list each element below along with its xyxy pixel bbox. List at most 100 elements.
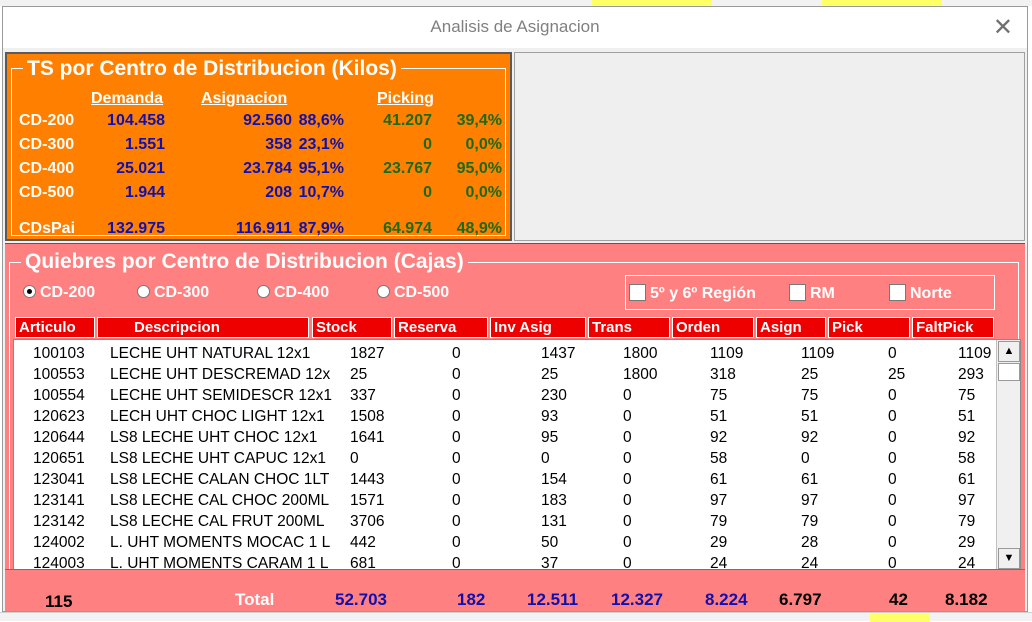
cell-articulo: 120623: [33, 408, 85, 425]
radio-button-icon: [137, 285, 150, 298]
column-header-stock[interactable]: Stock: [312, 317, 392, 338]
ts-asig-pct: 95,1%: [298, 160, 344, 177]
cell-asign: 61: [801, 471, 819, 488]
total-inv-asig: 12.511: [527, 590, 579, 609]
cell-articulo: 100103: [33, 345, 85, 362]
cell-pick: 0: [888, 429, 897, 446]
ts-title: TS por Centro de Distribucion (Kilos): [23, 57, 401, 81]
cell-trans: 0: [623, 492, 632, 509]
check-region-5-6[interactable]: 5º y 6º Región: [629, 284, 756, 303]
quiebres-panel: Quiebres por Centro de Distribucion (Caj…: [5, 243, 1025, 572]
check-rm[interactable]: RM: [789, 284, 835, 303]
scroll-thumb[interactable]: [998, 363, 1020, 381]
cell-orden: 1109: [710, 345, 744, 362]
column-header-inv-asig[interactable]: Inv Asig: [490, 317, 586, 338]
column-header-faltpick[interactable]: FaltPick: [912, 317, 994, 338]
table-row[interactable]: 120623 LECH UHT CHOC LIGHT 12x1 1508 0 93 0 51…: [14, 407, 994, 428]
cell-pick: 0: [888, 513, 897, 530]
cell-articulo: 120651: [33, 450, 85, 467]
table-row[interactable]: 120644 LS8 LECHE UHT CHOC 12x1 1641 0 95 0 92 9…: [14, 428, 994, 449]
cell-inv-asig: 131: [541, 513, 567, 530]
table-row[interactable]: 100554 LECHE UHT SEMIDESCR 12x1 337 0 230 0 75…: [14, 386, 994, 407]
cell-inv-asig: 50: [541, 534, 559, 551]
ts-asig-value: 92.560: [243, 112, 292, 129]
cell-faltpick: 58: [958, 450, 976, 467]
check-label: Norte: [910, 285, 952, 302]
table-row[interactable]: 123142 LS8 LECHE CAL FRUT 200ML 3706 0 131 0 7…: [14, 512, 994, 533]
scroll-up-icon[interactable]: ▲: [998, 341, 1020, 362]
cell-stock: 25: [350, 366, 368, 383]
cell-orden: 75: [710, 387, 728, 404]
cell-pick: 0: [888, 492, 897, 509]
title-bar: Analisis de Asignacion ✕: [3, 7, 1027, 48]
cell-descripcion: LS8 LECHE CAL CHOC 200ML: [110, 492, 330, 509]
check-norte[interactable]: Norte: [889, 284, 952, 303]
table-row[interactable]: 120651 LS8 LECHE UHT CAPUC 12x1 0 0 0 0 58 0 0 58: [14, 449, 994, 470]
ts-pick-pct: 0,0%: [465, 184, 502, 201]
table-row[interactable]: 124002 L. UHT MOMENTS MOCAC 1 L 442 0 50 0 29 2…: [14, 533, 994, 554]
cell-pick: 0: [888, 471, 897, 488]
checkbox-icon: [629, 284, 646, 301]
cell-faltpick: 1109: [958, 345, 992, 362]
cell-asign: 51: [801, 408, 819, 425]
cell-stock: 1827: [350, 345, 385, 362]
ts-demanda-value: 132.975: [107, 220, 165, 237]
total-asign: 6.797: [779, 590, 822, 609]
radio-cd-200[interactable]: CD-200: [23, 284, 95, 302]
close-icon[interactable]: ✕: [993, 13, 1013, 42]
ts-cd-label: CD-500: [19, 184, 75, 201]
radio-cd-300[interactable]: CD-300: [137, 284, 209, 302]
cell-pick: 0: [888, 450, 897, 467]
ts-pick-value: 41.207: [383, 112, 432, 129]
ts-pick-value: 23.767: [383, 160, 432, 177]
cell-stock: 442: [350, 534, 376, 551]
radio-label: CD-500: [394, 284, 450, 301]
cell-reserva: 0: [452, 450, 461, 467]
ts-asig-value: 23.784: [243, 160, 292, 177]
table-row[interactable]: 100103 LECHE UHT NATURAL 12x1 1827 0 1437 180…: [14, 344, 994, 365]
ts-asig-value: 358: [265, 136, 292, 153]
column-header-asign[interactable]: Asign: [756, 317, 826, 338]
table-row[interactable]: 123141 LS8 LECHE CAL CHOC 200ML 1571 0 183 0 9…: [14, 491, 994, 512]
table-row[interactable]: 123041 LS8 LECHE CALAN CHOC 1LT 1443 0 154 0 6…: [14, 470, 994, 491]
cell-inv-asig: 230: [541, 387, 567, 404]
cell-faltpick: 29: [958, 534, 976, 551]
cell-asign: 0: [801, 450, 810, 467]
table-row[interactable]: 100553 LECHE UHT DESCREMAD 12x 25 0 25 1800 31…: [14, 365, 994, 386]
column-header-descripcion[interactable]: Descripcion: [97, 317, 309, 338]
column-header-articulo[interactable]: Articulo: [15, 317, 95, 338]
radio-cd-500[interactable]: CD-500: [377, 284, 449, 302]
column-header-trans[interactable]: Trans: [588, 317, 670, 338]
scroll-down-icon[interactable]: ▼: [998, 548, 1020, 569]
column-header-pick[interactable]: Pick: [828, 317, 910, 338]
quiebres-list[interactable]: 100103 LECHE UHT NATURAL 12x1 1827 0 1437 180…: [13, 339, 1021, 571]
cell-stock: 1571: [350, 492, 385, 509]
window-title: Analisis de Asignacion: [430, 17, 600, 36]
cell-descripcion: LECH UHT CHOC LIGHT 12x1: [110, 408, 325, 425]
ts-cd-label: CD-200: [19, 112, 75, 129]
cell-trans: 0: [623, 408, 632, 425]
cell-asign: 92: [801, 429, 819, 446]
radio-cd-400[interactable]: CD-400: [257, 284, 329, 302]
quiebres-title: Quiebres por Centro de Distribucion (Caj…: [21, 250, 468, 274]
cell-trans: 0: [623, 450, 632, 467]
analysis-dialog: Analisis de Asignacion ✕ TS por Centro d…: [2, 6, 1028, 612]
cell-articulo: 100553: [33, 366, 85, 383]
checkbox-icon: [789, 284, 806, 301]
ts-cd-label: CD-300: [19, 136, 75, 153]
cell-trans: 0: [623, 471, 632, 488]
cell-descripcion: LS8 LECHE CALAN CHOC 1LT: [110, 471, 330, 488]
cell-inv-asig: 1437: [541, 345, 576, 362]
cell-stock: 337: [350, 387, 376, 404]
column-header-reserva[interactable]: Reserva: [394, 317, 488, 338]
cell-trans: 0: [623, 513, 632, 530]
ts-panel: TS por Centro de Distribucion (Kilos) De…: [5, 52, 512, 241]
scrollbar[interactable]: ▲ ▼: [996, 340, 1020, 570]
total-pick: 42: [889, 590, 908, 609]
cell-reserva: 0: [452, 366, 461, 383]
total-label: Total: [235, 590, 275, 609]
check-label: 5º y 6º Región: [650, 285, 756, 302]
ts-cd-label: CD-400: [19, 160, 75, 177]
cell-reserva: 0: [452, 345, 461, 362]
column-header-orden[interactable]: Orden: [672, 317, 754, 338]
